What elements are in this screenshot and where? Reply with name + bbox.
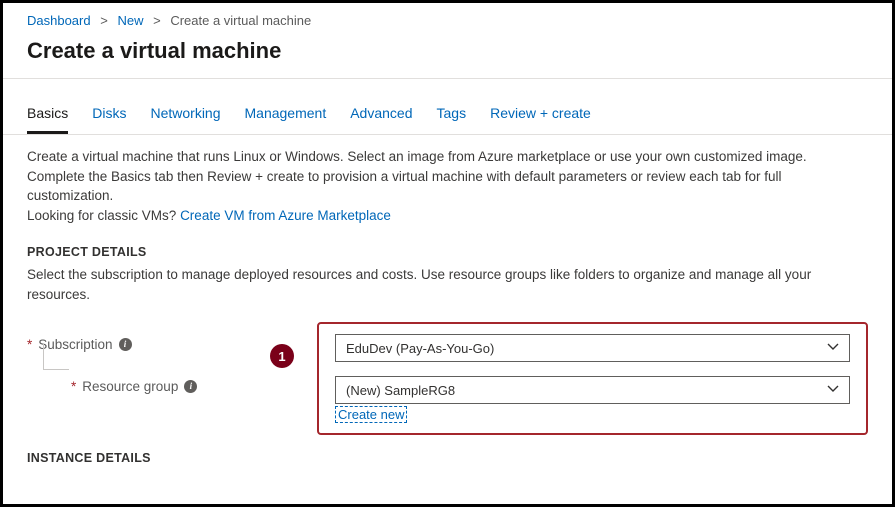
- tab-advanced[interactable]: Advanced: [350, 97, 412, 134]
- tab-basics[interactable]: Basics: [27, 97, 68, 134]
- resource-group-label: * Resource group i: [71, 370, 317, 402]
- chevron-down-icon: [827, 383, 839, 398]
- tab-disks[interactable]: Disks: [92, 97, 126, 134]
- breadcrumb-link[interactable]: New: [117, 13, 143, 28]
- tab-management[interactable]: Management: [245, 97, 327, 134]
- project-details-form: 1 * Subscription i * Resource group i Ed…: [3, 312, 892, 435]
- section-description: Select the subscription to manage deploy…: [3, 265, 892, 312]
- marketplace-link[interactable]: Create VM from Azure Marketplace: [180, 208, 391, 223]
- required-asterisk: *: [71, 379, 76, 394]
- chevron-right-icon: >: [100, 13, 108, 28]
- description-text: Looking for classic VMs?: [27, 208, 180, 223]
- tree-connector: [43, 344, 69, 370]
- description-line: Create a virtual machine that runs Linux…: [27, 147, 868, 167]
- page-title: Create a virtual machine: [3, 34, 892, 78]
- info-icon[interactable]: i: [119, 338, 132, 351]
- breadcrumb-link[interactable]: Dashboard: [27, 13, 91, 28]
- resource-group-select[interactable]: (New) SampleRG8: [335, 376, 850, 404]
- description-line: Complete the Basics tab then Review + cr…: [27, 167, 868, 206]
- section-title-instance-details: INSTANCE DETAILS: [3, 435, 892, 471]
- tab-networking[interactable]: Networking: [150, 97, 220, 134]
- chevron-down-icon: [827, 341, 839, 356]
- fields-highlight-box: EduDev (Pay-As-You-Go) (New) SampleRG8 C…: [317, 322, 868, 435]
- select-value: EduDev (Pay-As-You-Go): [346, 341, 494, 356]
- tab-tags[interactable]: Tags: [437, 97, 467, 134]
- chevron-right-icon: >: [153, 13, 161, 28]
- breadcrumb-current: Create a virtual machine: [170, 13, 311, 28]
- tab-review-create[interactable]: Review + create: [490, 97, 591, 134]
- tab-bar: Basics Disks Networking Management Advan…: [3, 91, 892, 135]
- labels-column: * Subscription i * Resource group i: [27, 322, 317, 435]
- label-text: Resource group: [82, 379, 178, 394]
- divider: [3, 78, 892, 79]
- create-new-link[interactable]: Create new: [335, 406, 407, 423]
- section-title-project-details: PROJECT DETAILS: [3, 229, 892, 265]
- tab-description: Create a virtual machine that runs Linux…: [3, 135, 892, 229]
- subscription-select[interactable]: EduDev (Pay-As-You-Go): [335, 334, 850, 362]
- required-asterisk: *: [27, 337, 32, 352]
- description-line: Looking for classic VMs? Create VM from …: [27, 206, 868, 226]
- info-icon[interactable]: i: [184, 380, 197, 393]
- breadcrumb: Dashboard > New > Create a virtual machi…: [3, 3, 892, 34]
- select-value: (New) SampleRG8: [346, 383, 455, 398]
